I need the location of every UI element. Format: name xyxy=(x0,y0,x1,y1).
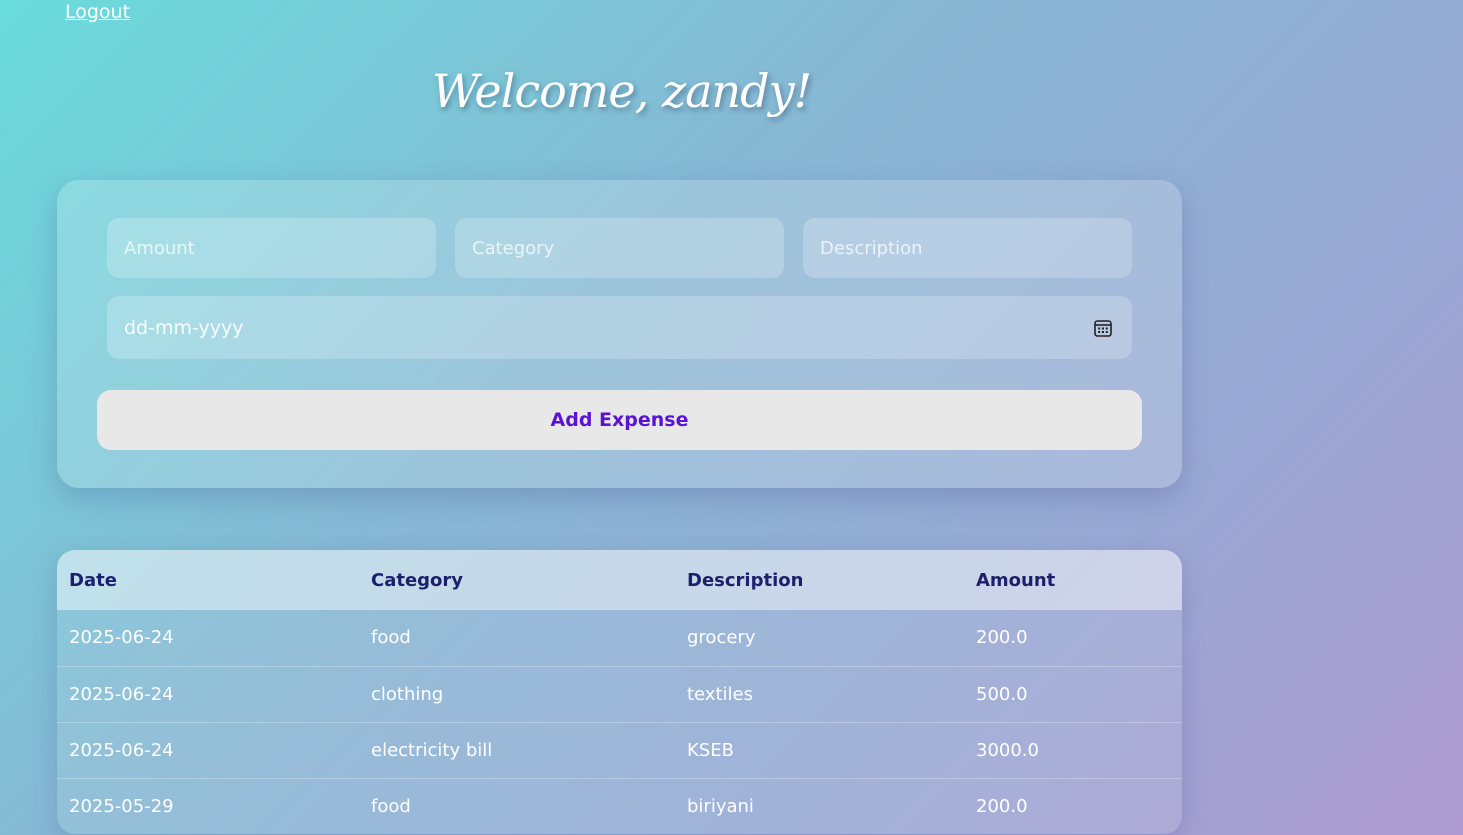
cell-amount: 200.0 xyxy=(976,795,1028,817)
cell-category: clothing xyxy=(371,683,444,705)
cell-description: KSEB xyxy=(687,739,734,761)
cell-amount: 200.0 xyxy=(976,627,1028,649)
description-input[interactable] xyxy=(803,218,1132,278)
cell-date: 2025-06-24 xyxy=(69,683,174,705)
logout-link[interactable]: Logout xyxy=(65,0,130,24)
welcome-heading: Welcome, zandy! xyxy=(431,64,812,118)
date-input[interactable]: dd-mm-yyyy xyxy=(107,296,1132,359)
cell-amount: 3000.0 xyxy=(976,739,1039,761)
cell-description: grocery xyxy=(687,627,756,649)
cell-date: 2025-06-24 xyxy=(69,739,174,761)
table-row: 2025-06-24 clothing textiles 500.0 xyxy=(57,666,1182,722)
column-header-amount: Amount xyxy=(976,569,1056,591)
calendar-icon[interactable] xyxy=(1093,318,1113,338)
expense-form-card: dd-mm-yyyy Add Expense xyxy=(57,180,1182,488)
add-expense-button[interactable]: Add Expense xyxy=(97,390,1142,450)
cell-date: 2025-06-24 xyxy=(69,627,174,649)
amount-input[interactable] xyxy=(107,218,436,278)
cell-category: food xyxy=(371,627,411,649)
table-row: 2025-06-24 electricity bill KSEB 3000.0 xyxy=(57,722,1182,778)
column-header-description: Description xyxy=(687,569,804,591)
cell-description: biriyani xyxy=(687,795,754,817)
date-placeholder: dd-mm-yyyy xyxy=(124,316,244,339)
table-row: 2025-06-24 food grocery 200.0 xyxy=(57,610,1182,666)
cell-category: electricity bill xyxy=(371,739,493,761)
category-input[interactable] xyxy=(455,218,784,278)
column-header-category: Category xyxy=(371,569,464,591)
table-header-row: Date Category Description Amount xyxy=(57,550,1182,610)
cell-category: food xyxy=(371,795,411,817)
cell-description: textiles xyxy=(687,683,753,705)
expenses-table-card: Date Category Description Amount 2025-06… xyxy=(57,550,1182,834)
column-header-date: Date xyxy=(69,569,117,591)
cell-amount: 500.0 xyxy=(976,683,1028,705)
table-row: 2025-05-29 food biriyani 200.0 xyxy=(57,778,1182,834)
expenses-table: Date Category Description Amount 2025-06… xyxy=(57,550,1182,834)
cell-date: 2025-05-29 xyxy=(69,795,174,817)
